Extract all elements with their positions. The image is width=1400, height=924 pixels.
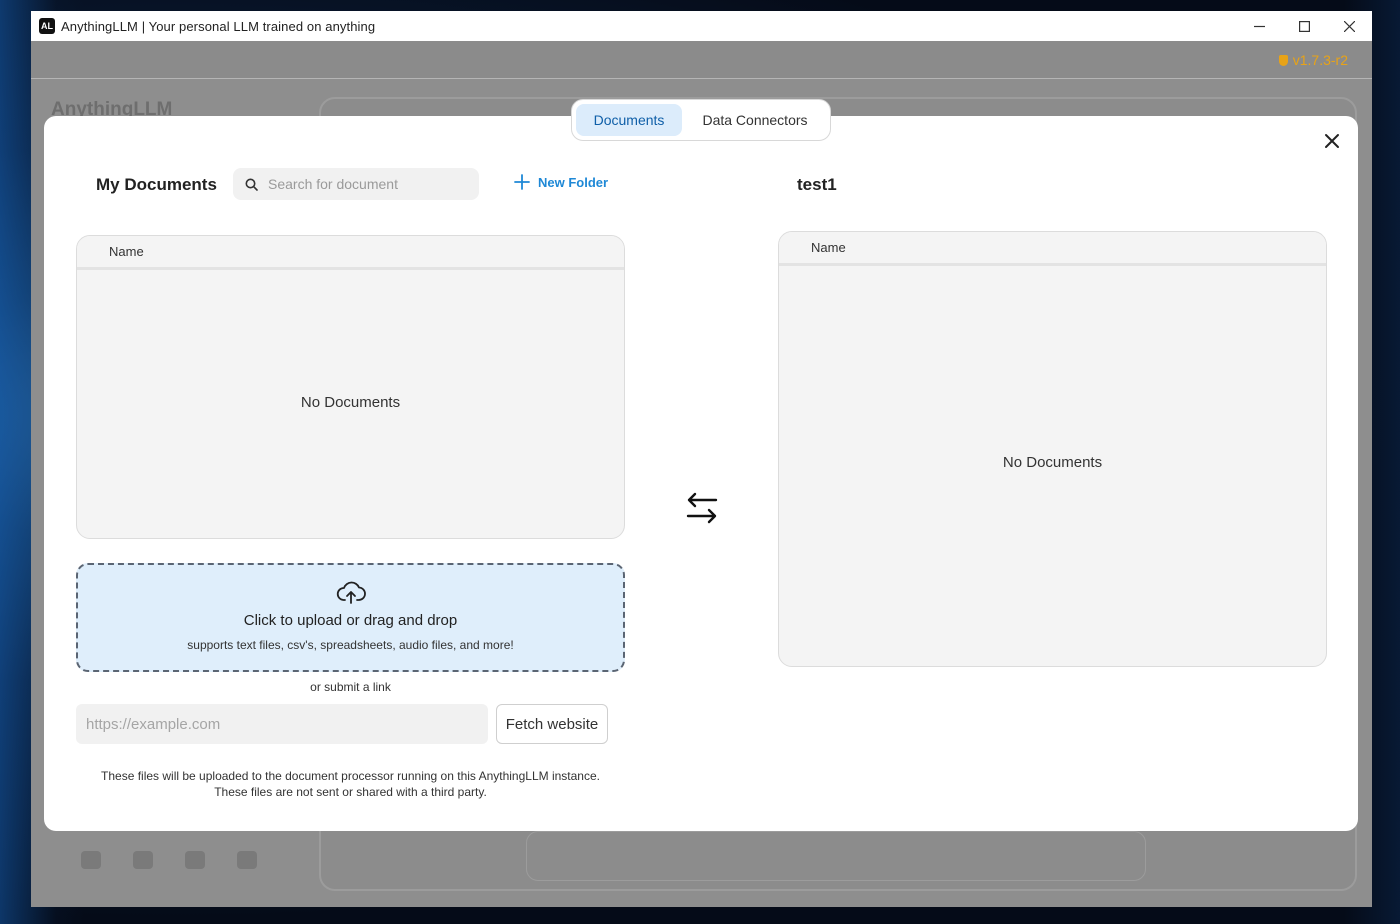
upload-subtitle: supports text files, csv's, spreadsheets… <box>187 638 514 652</box>
title-bar: AL AnythingLLM | Your personal LLM train… <box>31 11 1372 41</box>
empty-state-text: No Documents <box>300 394 401 411</box>
shield-icon <box>1278 54 1288 66</box>
window-controls <box>1237 11 1372 41</box>
new-folder-label: New Folder <box>538 174 609 190</box>
search-input[interactable] <box>268 176 468 192</box>
or-submit-link-text: or submit a link <box>310 680 391 694</box>
plus-icon <box>514 174 530 190</box>
disclaimer-line-2: These files are not sent or shared with … <box>214 785 487 799</box>
my-documents-title: My Documents <box>96 175 217 194</box>
swap-arrows-icon[interactable] <box>685 491 719 525</box>
chat-input-bar <box>526 831 1146 881</box>
search-icon <box>245 178 258 191</box>
window-close-icon <box>1344 20 1355 32</box>
maximize-button[interactable] <box>1282 11 1327 41</box>
version-text: v1.7.3-r2 <box>1292 52 1348 68</box>
version-bar: v1.7.3-r2 <box>31 41 1372 79</box>
sidebar-footer-icons <box>81 851 257 869</box>
version-badge[interactable]: v1.7.3-r2 <box>1278 52 1348 68</box>
modal-close-icon[interactable] <box>1322 131 1342 151</box>
my-documents-list: Name No Documents <box>76 235 625 539</box>
column-header-name: Name <box>779 232 1326 266</box>
minimize-icon <box>1254 25 1265 27</box>
document-manager-modal: My Documents New Folder test1 Name No Do… <box>44 116 1358 831</box>
upload-title: Click to upload or drag and drop <box>243 612 458 629</box>
sidebar-footer-icon <box>81 851 101 869</box>
link-url-input[interactable] <box>76 704 488 744</box>
cloud-upload-icon <box>336 581 366 604</box>
document-search <box>233 168 479 200</box>
disclaimer-line-1: These files will be uploaded to the docu… <box>101 769 600 783</box>
upload-disclaimer: These files will be uploaded to the docu… <box>76 768 625 800</box>
sidebar-footer-icon <box>237 851 257 869</box>
workspace-documents-list: Name No Documents <box>778 231 1327 667</box>
sidebar-footer-icon <box>133 851 153 869</box>
maximize-icon <box>1299 20 1310 32</box>
minimize-button[interactable] <box>1237 11 1282 41</box>
fetch-website-button[interactable]: Fetch website <box>496 704 608 744</box>
modal-tabs: Documents Data Connectors <box>571 99 831 141</box>
empty-state-text: No Documents <box>1002 454 1103 471</box>
tab-data-connectors[interactable]: Data Connectors <box>686 104 824 136</box>
new-folder-button[interactable]: New Folder <box>514 174 608 190</box>
upload-dropzone[interactable]: Click to upload or drag and drop support… <box>76 563 625 672</box>
column-header-name: Name <box>77 236 624 270</box>
window-close-button[interactable] <box>1327 11 1372 41</box>
workspace-title: test1 <box>797 175 837 194</box>
sidebar-footer-icon <box>185 851 205 869</box>
tab-documents[interactable]: Documents <box>576 104 682 136</box>
app-logo-icon: AL <box>39 18 55 34</box>
window-title: AnythingLLM | Your personal LLM trained … <box>61 18 376 34</box>
